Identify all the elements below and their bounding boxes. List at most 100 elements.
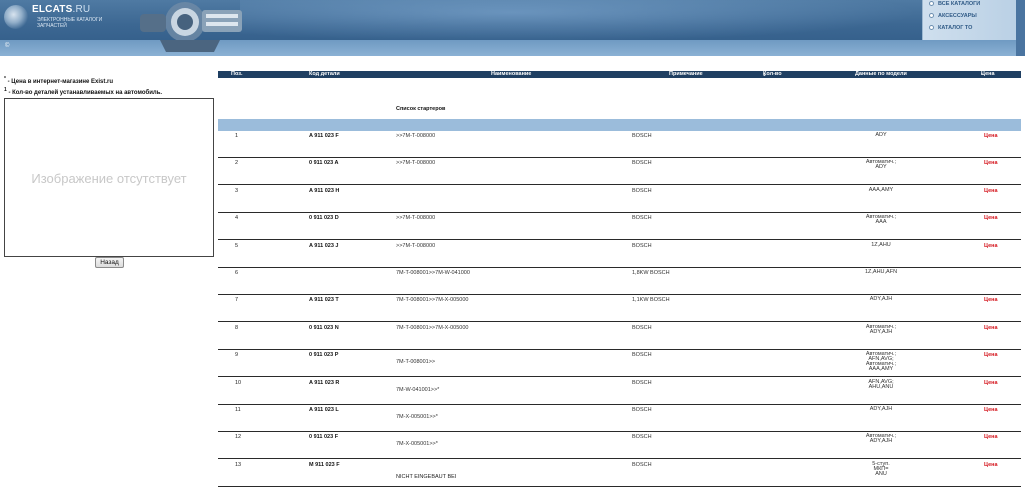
price-link[interactable]: Цена bbox=[984, 434, 998, 440]
part-name: 7M-X-005001>>* bbox=[396, 414, 438, 420]
price-note: * - Цена в интернет-магазине Exist.ru bbox=[4, 76, 114, 85]
part-name: >>7M-T-008000 bbox=[396, 160, 436, 167]
price-link[interactable]: Цена bbox=[984, 297, 998, 303]
col-header-pos: Поз. bbox=[231, 71, 243, 77]
model-data-line: AAA,AMY bbox=[868, 186, 894, 193]
model-data-line: AAA bbox=[875, 219, 887, 226]
model-data-line: ADY,AJH bbox=[869, 438, 893, 445]
model-data: 5-ступ. МКП= ANU bbox=[838, 461, 924, 477]
table-row: 10 A 911 023 R 7M-W-041001>>* BOSCH AFN,AVG;… bbox=[218, 378, 1021, 405]
row-position: 6 bbox=[235, 270, 239, 276]
logo-domain: .RU bbox=[72, 4, 91, 15]
part-name: 7M-T-008001>>7M-X-005000 bbox=[396, 297, 469, 304]
model-data: Автоматич.; ADY,AJH bbox=[838, 434, 924, 445]
table-row: 7 A 911 023 T 7M-T-008001>>7M-X-005000 1,1K… bbox=[218, 295, 1021, 323]
price-link[interactable]: Цена bbox=[984, 325, 998, 331]
row-position: 2 bbox=[235, 160, 239, 167]
price-link[interactable]: Цена bbox=[984, 160, 998, 166]
part-note: BOSCH bbox=[632, 133, 652, 139]
header-right-edge bbox=[1016, 0, 1025, 56]
group-row bbox=[218, 107, 1021, 119]
part-note: BOSCH bbox=[632, 434, 652, 441]
menu-item-maintenance-catalog[interactable]: КАТАЛОГ ТО bbox=[929, 25, 972, 31]
quantity-note: 1 - Кол-во деталей устанавливаемых на ав… bbox=[4, 87, 163, 96]
part-code: A 911 023 T bbox=[309, 297, 339, 304]
part-code: 0 911 023 N bbox=[309, 324, 339, 331]
part-name: 7M-T-008001>>7M-X-005000 bbox=[396, 324, 469, 331]
elcats-logo[interactable]: ELCATS.RU ЭЛЕКТРОННЫЕ КАТАЛОГИ ЗАПЧАСТЕЙ bbox=[4, 4, 102, 30]
site-header: ELCATS.RU ЭЛЕКТРОННЫЕ КАТАЛОГИ ЗАПЧАСТЕЙ… bbox=[0, 0, 1025, 56]
table-row: 6 7M-T-008001>>7M-W-041000 1,8KW BOSCH 1Z,A… bbox=[218, 268, 1021, 295]
price-link[interactable]: Цена bbox=[984, 462, 998, 468]
part-name: 7M-T-008001>> bbox=[396, 359, 436, 366]
price-link[interactable]: Цена bbox=[984, 133, 998, 139]
table-row: 12 0 911 023 F 7M-X-005001>>* BOSCH Автомати… bbox=[218, 432, 1021, 460]
menu-item-all-catalogs[interactable]: ВСЕ КАТАЛОГИ bbox=[929, 1, 980, 7]
back-button[interactable]: Назад bbox=[95, 257, 124, 268]
model-data: Автоматич.; AAA bbox=[838, 214, 924, 226]
part-note: BOSCH bbox=[632, 407, 652, 413]
part-code: A 911 023 F bbox=[309, 133, 339, 139]
part-code: 0 911 023 P bbox=[309, 352, 339, 359]
menu-item-accessories[interactable]: АКСЕССУАРЫ bbox=[929, 13, 977, 19]
table-row: 9 0 911 023 P 7M-T-008001>> BOSCH Автоматич.… bbox=[218, 350, 1021, 378]
row-position: 5 bbox=[235, 242, 239, 249]
part-code: A 911 023 H bbox=[309, 187, 340, 194]
table-row: 3 A 911 023 H BOSCH AAA,AMY Цена bbox=[218, 186, 1021, 213]
price-link[interactable]: Цена bbox=[984, 188, 998, 194]
row-position: 9 bbox=[235, 352, 239, 359]
part-name: 7M-W-041001>>* bbox=[396, 386, 440, 393]
engine-banner-image bbox=[140, 2, 242, 52]
model-data: Автоматич.; AFN,AVG; Автоматич.; AAA,AMY bbox=[838, 351, 924, 373]
model-data-line: ADY bbox=[875, 132, 887, 138]
logo-subtitle: ЭЛЕКТРОННЫЕ КАТАЛОГИ ЗАПЧАСТЕЙ bbox=[37, 17, 103, 29]
price-link[interactable]: Цена bbox=[984, 215, 998, 221]
copyright-symbol: © bbox=[5, 43, 10, 49]
price-link[interactable]: Цена bbox=[984, 380, 998, 386]
col-header-price: Цена * bbox=[981, 71, 995, 77]
model-data-line: ANU bbox=[875, 470, 887, 477]
model-data: Автоматич.; ADY bbox=[838, 160, 924, 171]
row-position: 11 bbox=[235, 407, 241, 413]
table-row: 8 0 911 023 N 7M-T-008001>>7M-X-005000 BOSC… bbox=[218, 323, 1021, 350]
menu-item-label: АКСЕССУАРЫ bbox=[938, 13, 977, 19]
table-row: 11 A 911 023 L 7M-X-005001>>* BOSCH ADY,AJH Ц… bbox=[218, 405, 1021, 432]
model-data: AAA,AMY bbox=[838, 186, 924, 193]
parts-table: Поз. Код детали Наименование Примечание … bbox=[218, 71, 1025, 487]
price-link[interactable]: Цена bbox=[984, 243, 998, 249]
price-link[interactable]: Цена bbox=[984, 352, 998, 358]
price-link[interactable]: Цена bbox=[984, 407, 998, 413]
logo-globe-icon bbox=[4, 5, 28, 29]
part-note: BOSCH bbox=[632, 379, 652, 386]
model-data-line: 1Z,AHU bbox=[871, 241, 891, 248]
model-data-line: AAA,AMY bbox=[868, 366, 894, 373]
group-title: Список стартеров bbox=[396, 106, 446, 112]
model-data: ADY bbox=[838, 132, 924, 138]
table-row: 1 A 911 023 F >>7M-T-008000 BOSCH ADY Цена bbox=[218, 131, 1021, 158]
part-name: 7M-T-008001>>7M-W-041000 bbox=[396, 270, 470, 276]
model-data-line: ADY bbox=[875, 164, 887, 171]
part-note: BOSCH bbox=[632, 352, 652, 359]
logo-text: ELCATS bbox=[32, 4, 73, 15]
image-placeholder-text: Изображение отсутствует bbox=[31, 171, 187, 186]
part-code: A 911 023 R bbox=[309, 379, 340, 386]
menu-item-label: КАТАЛОГ ТО bbox=[938, 25, 973, 31]
row-position: 8 bbox=[235, 324, 239, 331]
model-data: Автоматич.; ADY,AJH bbox=[838, 324, 924, 335]
part-note: BOSCH bbox=[632, 187, 652, 194]
part-note: BOSCH bbox=[632, 242, 652, 249]
table-row: 2 0 911 023 A >>7M-T-008000 BOSCH Автоматич.… bbox=[218, 158, 1021, 186]
part-name: >>7M-T-008000 bbox=[396, 242, 436, 249]
part-note: BOSCH bbox=[632, 215, 652, 222]
bullet-icon bbox=[929, 13, 934, 18]
model-data-line: 1Z,AHU,AFN bbox=[864, 269, 898, 275]
part-image-box: Изображение отсутствует bbox=[4, 98, 214, 257]
part-name: >>7M-T-008000 bbox=[396, 215, 436, 222]
table-row: 5 A 911 023 J >>7M-T-008000 BOSCH 1Z,AHU Цена bbox=[218, 241, 1021, 268]
model-data: ADY,AJH bbox=[838, 406, 924, 412]
model-data-line: ADY,AJH bbox=[869, 406, 893, 412]
model-data: ADY,AJH bbox=[838, 297, 924, 303]
col-header-qty: Кол-во 1 bbox=[763, 71, 782, 77]
part-code: 0 911 023 F bbox=[309, 434, 339, 441]
row-position: 1 bbox=[235, 133, 239, 139]
